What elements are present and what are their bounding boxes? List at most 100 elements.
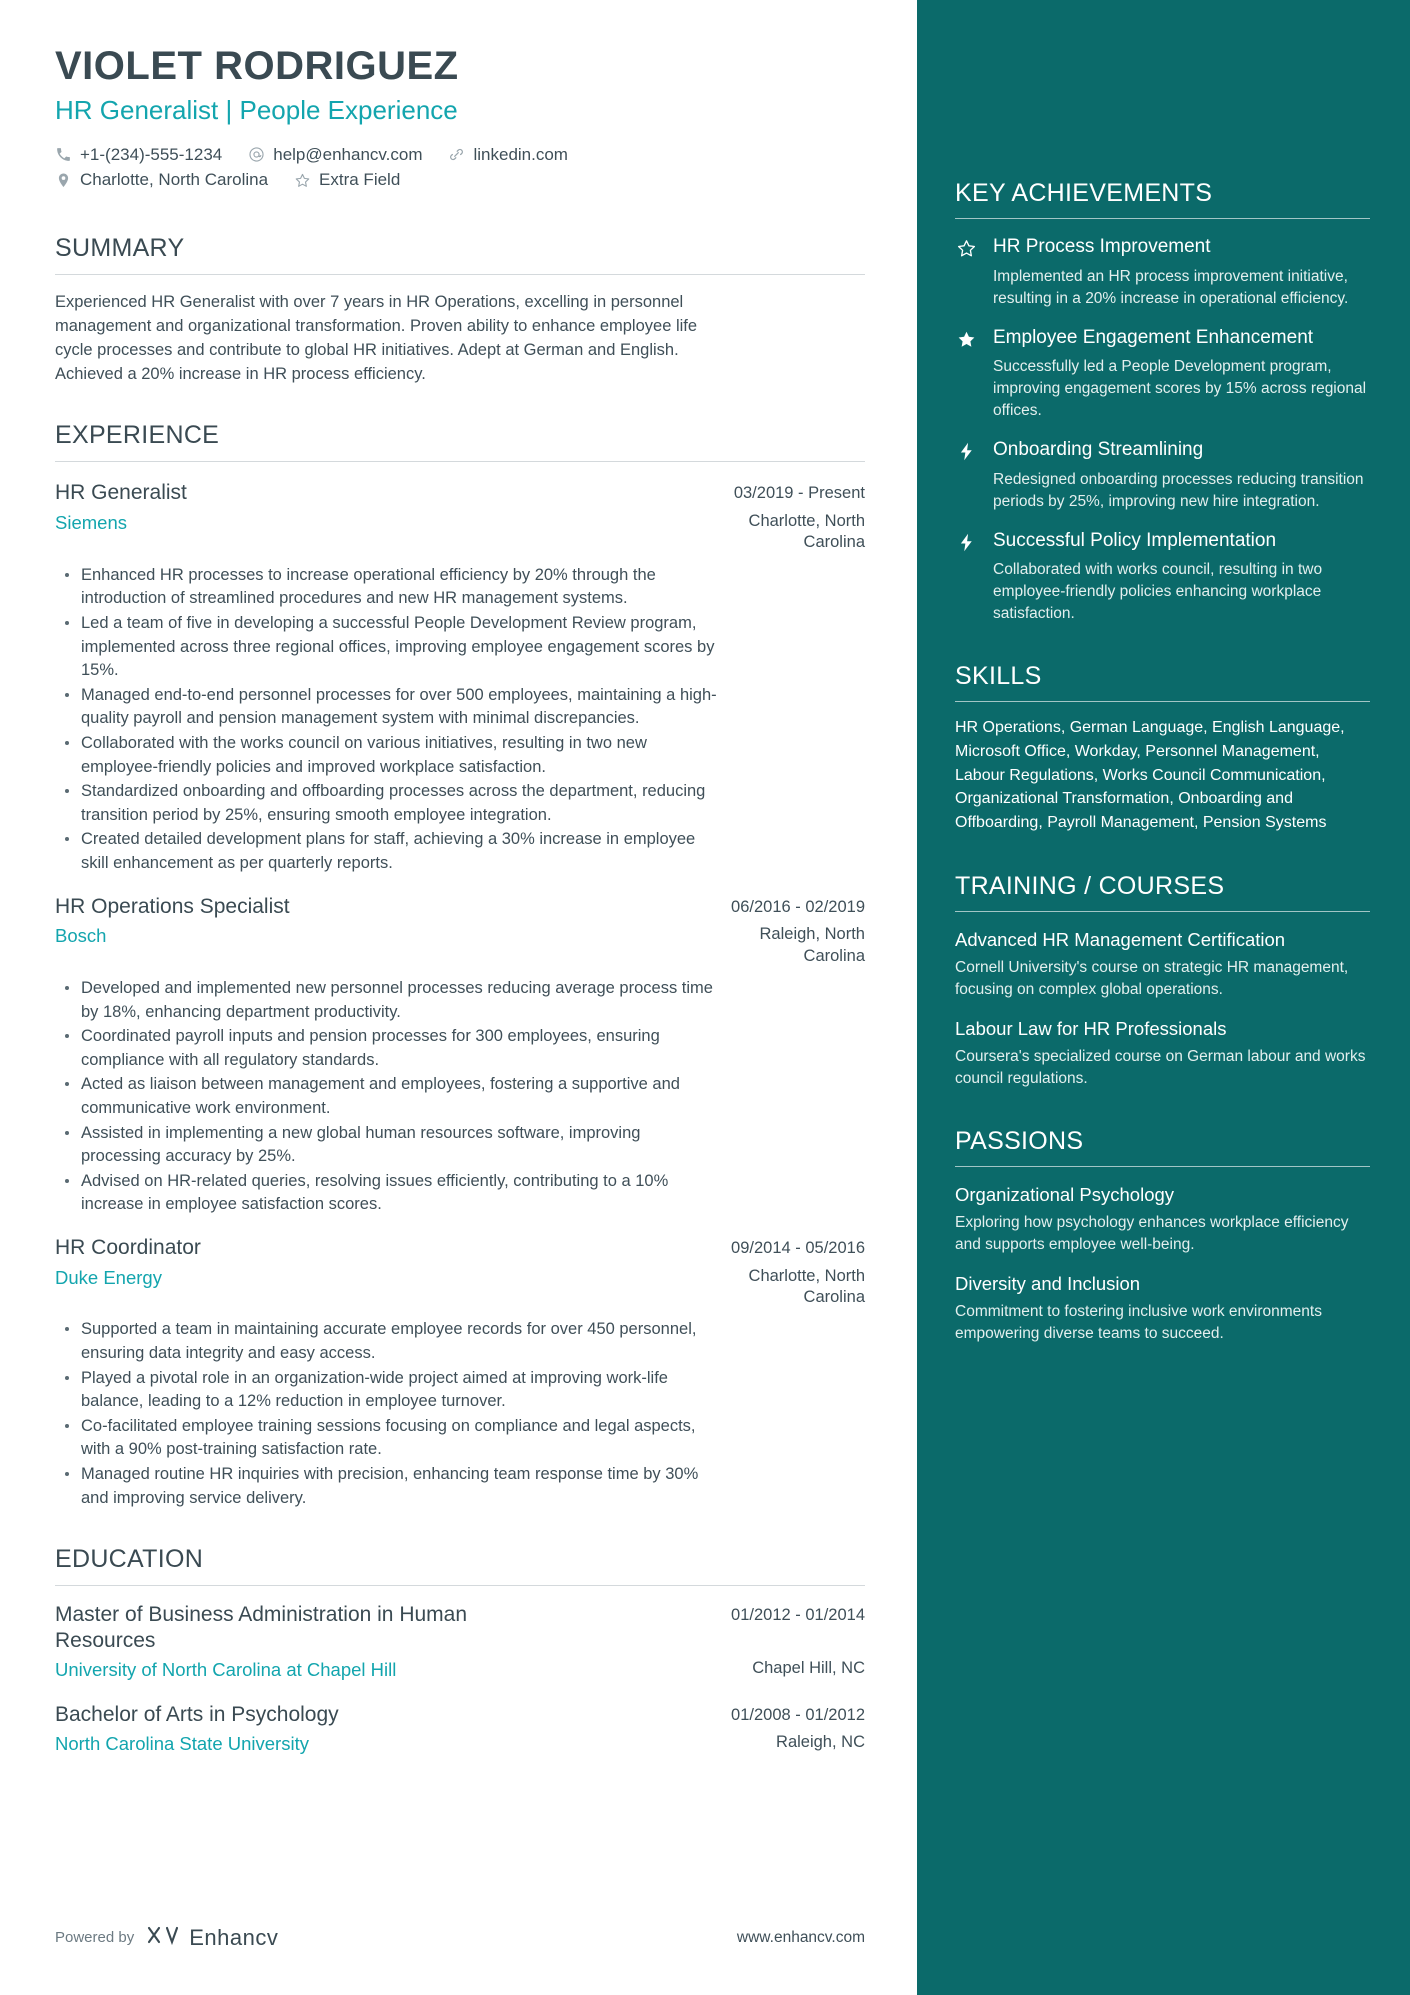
contact-email[interactable]: help@enhancv.com [248, 142, 422, 168]
experience-divider [55, 461, 865, 463]
star-outline-icon [294, 172, 311, 189]
achievement-description: Successfully led a People Development pr… [993, 358, 1367, 420]
course-item: Labour Law for HR Professionals Coursera… [955, 1017, 1370, 1090]
achievement-item: Employee Engagement Enhancement Successf… [955, 326, 1370, 423]
footer-website-url[interactable]: www.enhancv.com [737, 1929, 865, 1947]
list-item: Managed routine HR inquiries with precis… [65, 1463, 724, 1510]
contact-extra-field-text: Extra Field [319, 170, 401, 190]
degree-date: 01/2008 - 01/2012 [731, 1705, 865, 1724]
achievement-description: Collaborated with works council, resulti… [993, 561, 1323, 623]
degree-title: Bachelor of Arts in Psychology [55, 1702, 339, 1726]
job-location: Raleigh, North Carolina [759, 925, 865, 965]
job-company[interactable]: Bosch [55, 924, 106, 947]
list-item: Played a pivotal role in an organization… [65, 1367, 724, 1414]
list-item: Acted as liaison between management and … [65, 1073, 724, 1120]
experience-entry: HR Generalist 03/2019 - Present Siemens … [55, 480, 865, 875]
list-item: Coordinated payroll inputs and pension p… [65, 1025, 724, 1072]
enhancv-brand[interactable]: Enhancv [146, 1924, 278, 1951]
achievement-item: Successful Policy Implementation Collabo… [955, 529, 1370, 626]
school-name[interactable]: University of North Carolina at Chapel H… [55, 1658, 396, 1681]
experience-entry: HR Operations Specialist 06/2016 - 02/20… [55, 894, 865, 1217]
contact-linkedin[interactable]: linkedin.com [448, 142, 568, 168]
main-column: VIOLET RODRIGUEZ HR Generalist | People … [0, 0, 917, 1995]
course-description: Cornell University's course on strategic… [955, 958, 1349, 998]
contact-email-text: help@enhancv.com [273, 144, 423, 164]
list-item: Collaborated with the works council on v… [65, 732, 724, 779]
achievement-item: Onboarding Streamlining Redesigned onboa… [955, 438, 1370, 513]
section-summary: SUMMARY Experienced HR Generalist with o… [55, 233, 865, 386]
achievement-title: Onboarding Streamlining [993, 439, 1204, 461]
sidebar-section-skills: SKILLS HR Operations, German Language, E… [955, 661, 1370, 834]
course-item: Advanced HR Management Certification Cor… [955, 928, 1370, 1001]
job-date: 06/2016 - 02/2019 [731, 897, 865, 916]
course-title: Advanced HR Management Certification [955, 928, 1286, 950]
achievement-title: Employee Engagement Enhancement [993, 326, 1314, 348]
experience-entry: HR Coordinator 09/2014 - 05/2016 Duke En… [55, 1235, 865, 1510]
section-education: EDUCATION Master of Business Administrat… [55, 1544, 865, 1755]
job-date: 03/2019 - Present [733, 484, 865, 503]
experience-heading: EXPERIENCE [55, 421, 220, 450]
list-item: Assisted in implementing a new global hu… [65, 1122, 724, 1169]
contact-phone[interactable]: +1-(234)-555-1234 [55, 142, 222, 168]
degree-date: 01/2012 - 01/2014 [731, 1606, 865, 1625]
list-item: Led a team of five in developing a succe… [65, 612, 724, 683]
list-item: Standardized onboarding and offboarding … [65, 780, 724, 827]
achievement-item: HR Process Improvement Implemented an HR… [955, 235, 1370, 310]
job-location: Charlotte, North Carolina [748, 511, 865, 552]
achievement-title: HR Process Improvement [993, 236, 1211, 257]
key-achievements-divider [955, 218, 1370, 219]
location-pin-icon [55, 172, 72, 189]
summary-divider [55, 273, 865, 275]
list-item: Developed and implemented new personnel … [65, 977, 724, 1024]
job-company[interactable]: Siemens [55, 511, 127, 534]
job-bullets: Supported a team in maintaining accurate… [55, 1318, 865, 1510]
contact-location[interactable]: Charlotte, North Carolina [55, 167, 268, 193]
lightning-bolt-icon [955, 529, 977, 626]
list-item: Created detailed development plans for s… [65, 828, 724, 875]
job-location: Charlotte, North Carolina [748, 1266, 865, 1306]
contact-row-secondary: Charlotte, North Carolina Extra Field [55, 167, 865, 193]
sidebar: KEY ACHIEVEMENTS HR Process Improvement … [917, 0, 1410, 1995]
email-icon [248, 146, 265, 163]
list-item: Supported a team in maintaining accurate… [65, 1318, 724, 1365]
contact-extra-field[interactable]: Extra Field [294, 167, 400, 193]
link-icon [448, 146, 465, 163]
job-company[interactable]: Duke Energy [55, 1266, 162, 1289]
education-entry: Master of Business Administration in Hum… [55, 1602, 865, 1681]
training-heading: TRAINING / COURSES [955, 871, 1225, 900]
skills-heading: SKILLS [955, 662, 1042, 691]
sidebar-section-training: TRAINING / COURSES Advanced HR Managemen… [955, 871, 1370, 1090]
job-title: HR Generalist [55, 481, 187, 505]
list-item: Co-facilitated employee training session… [65, 1415, 724, 1462]
star-outline-icon [955, 235, 977, 310]
achievement-description: Implemented an HR process improvement in… [993, 267, 1349, 307]
enhancv-brand-name: Enhancv [189, 1924, 279, 1950]
achievement-description: Redesigned onboarding processes reducing… [993, 470, 1364, 510]
page-footer: Powered by Enhancv www.enhancv.com [55, 1924, 865, 1951]
job-title: HR Operations Specialist [55, 894, 290, 918]
list-item: Managed end-to-end personnel processes f… [65, 684, 724, 731]
passions-heading: PASSIONS [955, 1126, 1084, 1155]
course-description: Coursera's specialized course on German … [955, 1047, 1366, 1087]
list-item: Advised on HR-related queries, resolving… [65, 1170, 724, 1217]
education-entry: Bachelor of Arts in Psychology 01/2008 -… [55, 1702, 865, 1756]
school-location: Chapel Hill, NC [752, 1659, 865, 1678]
key-achievements-heading: KEY ACHIEVEMENTS [955, 179, 1213, 207]
course-title: Labour Law for HR Professionals [955, 1017, 1227, 1039]
job-bullets: Enhanced HR processes to increase operat… [55, 564, 865, 876]
resume-page: VIOLET RODRIGUEZ HR Generalist | People … [0, 0, 1410, 1995]
page-title: VIOLET RODRIGUEZ [55, 44, 459, 88]
contact-row-primary: +1-(234)-555-1234 help@enhancv.com linke… [55, 142, 865, 168]
sidebar-section-key-achievements: KEY ACHIEVEMENTS HR Process Improvement … [955, 178, 1370, 625]
school-name[interactable]: North Carolina State University [55, 1732, 309, 1755]
passion-description: Commitment to fostering inclusive work e… [955, 1303, 1322, 1343]
star-filled-icon [955, 326, 977, 423]
contact-block: +1-(234)-555-1234 help@enhancv.com linke… [55, 142, 865, 193]
lightning-bolt-icon [955, 438, 977, 513]
summary-text: Experienced HR Generalist with over 7 ye… [55, 292, 698, 384]
job-bullets: Developed and implemented new personnel … [55, 977, 865, 1217]
school-location: Raleigh, NC [776, 1733, 865, 1752]
job-date: 09/2014 - 05/2016 [731, 1238, 865, 1257]
powered-by-block: Powered by Enhancv [55, 1924, 278, 1951]
degree-title: Master of Business Administration in Hum… [55, 1603, 468, 1652]
